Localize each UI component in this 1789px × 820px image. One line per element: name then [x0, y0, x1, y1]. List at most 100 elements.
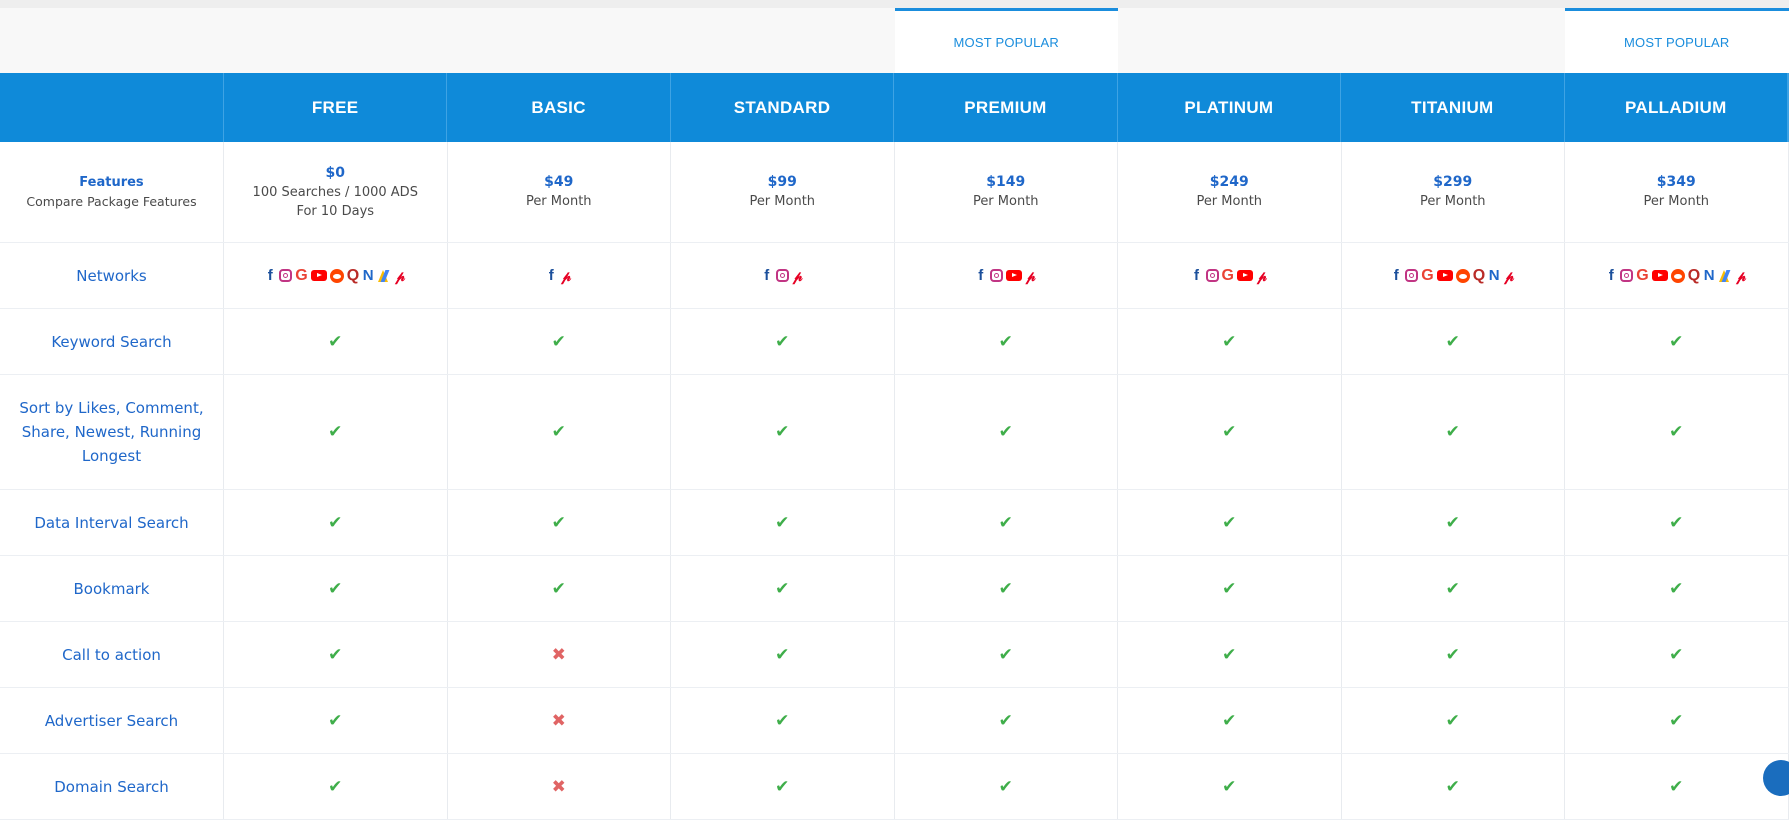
plan-networks-cell: fGQN𝓅: [1342, 243, 1566, 308]
google-icon: G: [295, 268, 307, 284]
check-icon: ✔: [999, 579, 1013, 599]
plan-networks-cell: f𝓅: [671, 243, 895, 308]
check-icon: ✔: [328, 332, 342, 352]
check-icon: ✔: [775, 422, 789, 442]
check-icon: ✔: [328, 513, 342, 533]
feature-value-cell: ✔: [671, 688, 895, 753]
check-icon: ✔: [552, 332, 566, 352]
feature-label: Keyword Search: [0, 309, 224, 374]
check-icon: ✔: [775, 513, 789, 533]
network-icons: f𝓅: [545, 268, 572, 284]
native-icon: N: [362, 268, 374, 284]
price-row: FeaturesCompare Package Features$0100 Se…: [0, 142, 1789, 243]
popular-spacer: [1342, 8, 1566, 73]
pinterest-icon: 𝓅: [560, 268, 572, 284]
feature-value-cell: ✔: [224, 375, 448, 489]
plan-price-cell: $299Per Month: [1342, 142, 1566, 242]
check-icon: ✔: [328, 579, 342, 599]
reddit-icon: [1456, 269, 1470, 283]
popular-badge-row: MOST POPULARMOST POPULAR: [0, 8, 1789, 73]
popular-spacer: [448, 8, 672, 73]
check-icon: ✔: [1669, 579, 1683, 599]
check-icon: ✔: [328, 645, 342, 665]
feature-row: Data Interval Search✔✔✔✔✔✔✔: [0, 490, 1789, 556]
plan-price: $349: [1657, 173, 1696, 192]
feature-value-cell: ✔: [224, 688, 448, 753]
cross-icon: ✖: [552, 645, 566, 665]
feature-value-cell: ✔: [1118, 309, 1342, 374]
plan-price: $299: [1433, 173, 1472, 192]
plan-price: $99: [768, 173, 797, 192]
facebook-icon: f: [264, 268, 276, 284]
feature-value-cell: ✔: [1342, 375, 1566, 489]
features-title: Features: [79, 173, 143, 192]
plan-header-row: FREEBASICSTANDARDPREMIUMPLATINUMTITANIUM…: [0, 73, 1789, 142]
feature-value-cell: ✔: [448, 375, 672, 489]
check-icon: ✔: [328, 711, 342, 731]
feature-value-cell: ✔: [895, 754, 1119, 819]
plan-price-detail: Per Month: [1196, 192, 1262, 211]
plan-price-detail: For 10 Days: [296, 202, 374, 221]
feature-value-cell: ✔: [1565, 490, 1789, 555]
plan-price-detail: Per Month: [749, 192, 815, 211]
plan-price: $249: [1210, 173, 1249, 192]
check-icon: ✔: [1222, 711, 1236, 731]
check-icon: ✔: [1669, 513, 1683, 533]
check-icon: ✔: [1669, 711, 1683, 731]
check-icon: ✔: [775, 332, 789, 352]
youtube-icon: [1237, 270, 1253, 281]
check-icon: ✔: [1446, 422, 1460, 442]
feature-label: Data Interval Search: [0, 490, 224, 555]
feature-value-cell: ✔: [1118, 754, 1342, 819]
pinterest-icon: 𝓅: [394, 268, 406, 284]
check-icon: ✔: [999, 777, 1013, 797]
feature-value-cell: ✔: [1118, 622, 1342, 687]
reddit-icon: [1671, 269, 1685, 283]
instagram-icon: [279, 269, 292, 282]
youtube-icon: [1006, 270, 1022, 281]
feature-value-cell: ✔: [224, 556, 448, 621]
pinterest-icon: 𝓅: [1256, 268, 1268, 284]
check-icon: ✔: [775, 579, 789, 599]
feature-value-cell: ✔: [448, 556, 672, 621]
reddit-icon: [330, 269, 344, 283]
facebook-icon: f: [1191, 268, 1203, 284]
feature-row: Sort by Likes, Comment, Share, Newest, R…: [0, 375, 1789, 490]
plan-price: $49: [544, 173, 573, 192]
google-ads-icon: [377, 269, 391, 283]
plan-networks-cell: f𝓅: [448, 243, 672, 308]
plan-price-detail: Per Month: [1643, 192, 1709, 211]
check-icon: ✔: [552, 422, 566, 442]
check-icon: ✔: [552, 513, 566, 533]
popular-spacer: [1118, 8, 1342, 73]
network-icons: fGQN𝓅: [1605, 268, 1747, 284]
pinterest-icon: 𝓅: [1503, 268, 1515, 284]
instagram-icon: [1620, 269, 1633, 282]
feature-value-cell: ✔: [1342, 688, 1566, 753]
feature-value-cell: ✔: [448, 490, 672, 555]
feature-value-cell: ✔: [1118, 688, 1342, 753]
plan-price-cell: $0100 Searches / 1000 ADSFor 10 Days: [224, 142, 448, 242]
feature-label: Bookmark: [0, 556, 224, 621]
feature-value-cell: ✖: [448, 688, 672, 753]
pinterest-icon: 𝓅: [1025, 268, 1037, 284]
feature-value-cell: ✔: [671, 754, 895, 819]
feature-value-cell: ✔: [1565, 309, 1789, 374]
plan-name-platinum: PLATINUM: [1118, 73, 1341, 142]
feature-value-cell: ✔: [671, 622, 895, 687]
feature-label: Sort by Likes, Comment, Share, Newest, R…: [0, 375, 224, 489]
plan-price-cell: $99Per Month: [671, 142, 895, 242]
network-icons: f G𝓅: [1191, 268, 1268, 284]
native-icon: N: [1488, 268, 1500, 284]
check-icon: ✔: [1669, 645, 1683, 665]
check-icon: ✔: [775, 645, 789, 665]
quora-icon: Q: [347, 268, 359, 284]
check-icon: ✔: [999, 711, 1013, 731]
feature-value-cell: ✔: [1342, 622, 1566, 687]
pinterest-icon: 𝓅: [792, 268, 804, 284]
feature-value-cell: ✔: [1118, 375, 1342, 489]
google-icon: G: [1222, 268, 1234, 284]
google-icon: G: [1421, 268, 1433, 284]
facebook-icon: f: [761, 268, 773, 284]
feature-row: Bookmark✔✔✔✔✔✔✔: [0, 556, 1789, 622]
